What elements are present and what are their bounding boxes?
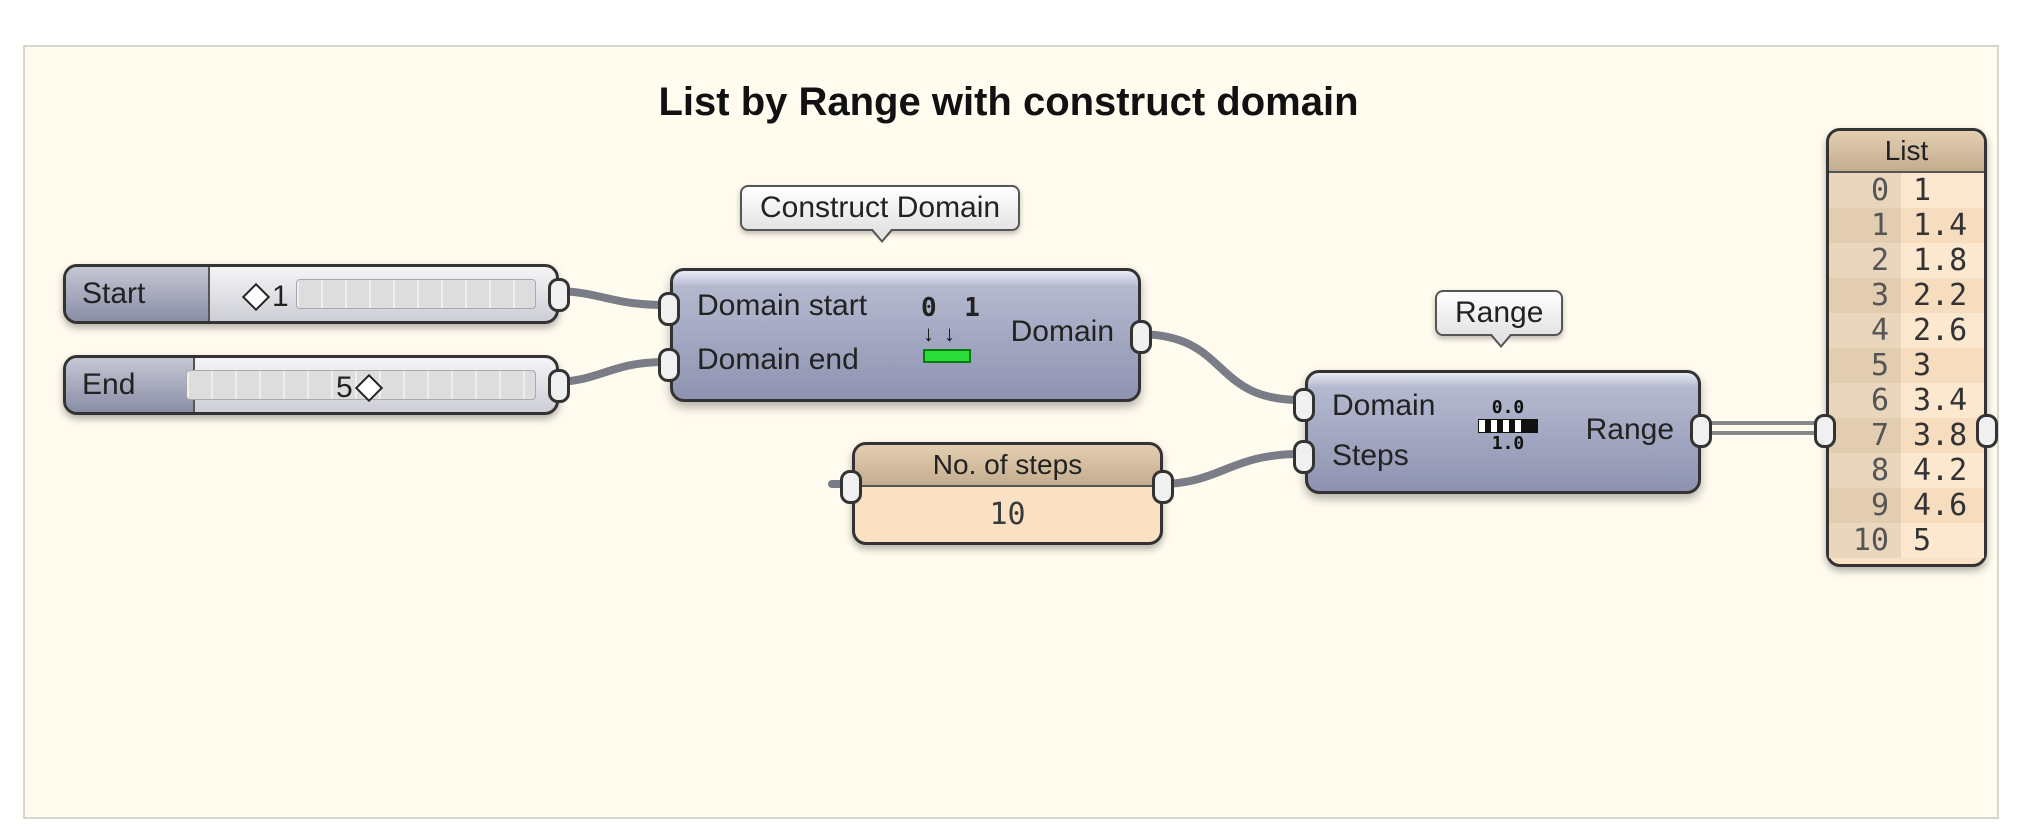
list-row-value: 1 xyxy=(1901,173,1984,208)
list-row: 42.6 xyxy=(1829,313,1984,348)
diamond-icon xyxy=(242,283,270,311)
end-slider-value: 5 xyxy=(336,371,353,405)
start-slider-label: Start xyxy=(66,267,210,321)
end-slider-handle[interactable]: 5 xyxy=(336,371,379,405)
list-row-index: 7 xyxy=(1829,418,1901,453)
list-row-value: 4.2 xyxy=(1901,453,1984,488)
range-port-in1[interactable] xyxy=(1293,388,1315,422)
list-row: 94.6 xyxy=(1829,488,1984,523)
steps-panel-value: 10 xyxy=(855,487,1160,542)
range-input-steps: Steps xyxy=(1332,439,1409,473)
steps-panel-port-out[interactable] xyxy=(1152,470,1174,504)
list-row: 32.2 xyxy=(1829,278,1984,313)
range-node[interactable]: Domain Steps Range 0.0 1.0 xyxy=(1305,370,1701,494)
list-row: 11.4 xyxy=(1829,208,1984,243)
list-row-index: 2 xyxy=(1829,243,1901,278)
domain-bar-icon xyxy=(923,349,971,363)
list-row-index: 9 xyxy=(1829,488,1901,523)
diamond-icon xyxy=(355,374,383,402)
range-output: Range xyxy=(1586,413,1674,447)
construct-domain-tooltip: Construct Domain xyxy=(740,185,1020,231)
list-row-value: 2.6 xyxy=(1901,313,1984,348)
list-panel-body: 0111.421.832.242.65363.473.884.294.6105 xyxy=(1829,173,1984,558)
end-slider-output-port[interactable] xyxy=(548,369,570,403)
construct-domain-input-start: Domain start xyxy=(697,289,867,323)
list-panel[interactable]: List 0111.421.832.242.65363.473.884.294.… xyxy=(1826,128,1987,567)
construct-domain-icon: 0 1 xyxy=(921,293,986,323)
range-input-domain: Domain xyxy=(1332,389,1435,423)
start-slider[interactable]: Start 1 xyxy=(63,264,559,324)
list-row-index: 1 xyxy=(1829,208,1901,243)
end-slider[interactable]: End 5 xyxy=(63,355,559,415)
list-row: 01 xyxy=(1829,173,1984,208)
list-row-value: 1.8 xyxy=(1901,243,1984,278)
list-row: 105 xyxy=(1829,523,1984,558)
list-row-index: 4 xyxy=(1829,313,1901,348)
list-panel-port-in[interactable] xyxy=(1814,414,1836,448)
list-row-index: 0 xyxy=(1829,173,1901,208)
start-slider-value: 1 xyxy=(272,280,289,314)
list-row-value: 3.4 xyxy=(1901,383,1984,418)
steps-panel-port-in[interactable] xyxy=(840,470,862,504)
construct-domain-port-in1[interactable] xyxy=(658,292,680,326)
end-slider-label: End xyxy=(66,358,195,412)
list-row: 73.8 xyxy=(1829,418,1984,453)
list-row-value: 4.6 xyxy=(1901,488,1984,523)
list-row-index: 10 xyxy=(1829,523,1901,558)
range-icon-top: 0.0 xyxy=(1478,399,1538,417)
diagram-title: List by Range with construct domain xyxy=(0,80,2017,125)
steps-panel-title: No. of steps xyxy=(855,445,1160,487)
list-row-index: 6 xyxy=(1829,383,1901,418)
construct-domain-input-end: Domain end xyxy=(697,343,859,377)
start-slider-output-port[interactable] xyxy=(548,278,570,312)
range-tooltip: Range xyxy=(1435,290,1563,336)
list-row-value: 3.8 xyxy=(1901,418,1984,453)
list-panel-port-out[interactable] xyxy=(1976,414,1998,448)
range-icon: 0.0 1.0 xyxy=(1478,399,1538,453)
list-row-index: 3 xyxy=(1829,278,1901,313)
construct-domain-port-out[interactable] xyxy=(1130,320,1152,354)
list-row: 84.2 xyxy=(1829,453,1984,488)
range-icon-bottom: 1.0 xyxy=(1478,435,1538,453)
list-row: 21.8 xyxy=(1829,243,1984,278)
steps-panel[interactable]: No. of steps 10 xyxy=(852,442,1163,545)
list-row-value: 1.4 xyxy=(1901,208,1984,243)
construct-domain-output: Domain xyxy=(1011,315,1114,349)
start-slider-track[interactable] xyxy=(296,279,536,309)
construct-domain-node[interactable]: Domain start Domain end Domain 0 1 ↓↓ xyxy=(670,268,1141,402)
list-panel-title: List xyxy=(1829,131,1984,173)
start-slider-handle[interactable]: 1 xyxy=(246,280,289,314)
arrows-down-icon: ↓↓ xyxy=(923,321,965,347)
range-port-in2[interactable] xyxy=(1293,440,1315,474)
list-row-value: 5 xyxy=(1901,523,1984,558)
list-row-index: 5 xyxy=(1829,348,1901,383)
list-row-value: 2.2 xyxy=(1901,278,1984,313)
list-row: 63.4 xyxy=(1829,383,1984,418)
list-row-value: 3 xyxy=(1901,348,1984,383)
range-port-out[interactable] xyxy=(1690,414,1712,448)
list-row-index: 8 xyxy=(1829,453,1901,488)
construct-domain-port-in2[interactable] xyxy=(658,348,680,382)
list-row: 53 xyxy=(1829,348,1984,383)
